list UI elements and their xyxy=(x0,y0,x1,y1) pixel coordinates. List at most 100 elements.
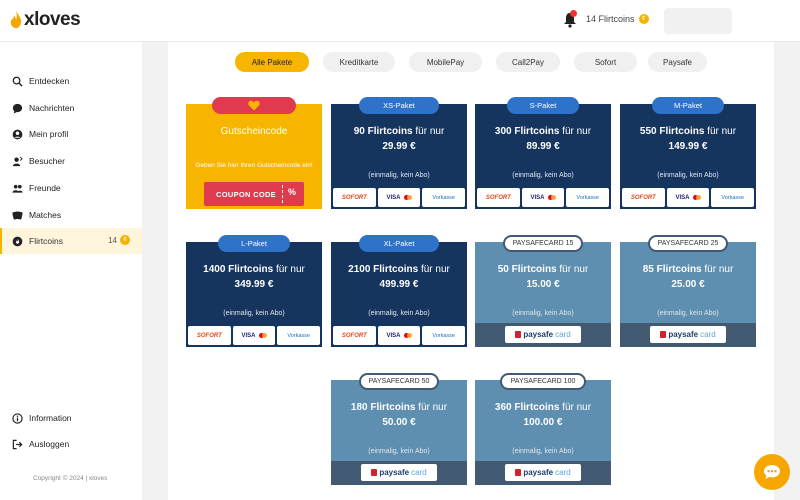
sidebar-item-matches[interactable]: Matches xyxy=(0,202,142,228)
tab-kreditkarte[interactable]: Kreditkarte xyxy=(323,52,395,72)
vorkasse-logo: Vorkasse xyxy=(422,326,466,345)
package-card-l[interactable]: L-Paket 1400 Flirtcoins für nur 349.99 € … xyxy=(186,235,322,347)
info-icon xyxy=(12,412,23,424)
sidebar-item-ausloggen[interactable]: Ausloggen xyxy=(0,431,142,457)
paysafe-tag: PAYSAFECARD 50 xyxy=(359,373,439,390)
package-price: 349.99 € xyxy=(234,279,274,290)
card-logo-text: card xyxy=(411,468,427,477)
paysafe-logo-text: paysafe xyxy=(523,468,554,477)
visa-mastercard-logo: VISA xyxy=(666,188,710,207)
package-tag: L-Paket xyxy=(218,235,290,252)
paysafe-card-50[interactable]: PAYSAFECARD 50 180 Flirtcoins für nur 50.… xyxy=(331,373,467,485)
visa-label: VISA xyxy=(386,332,401,339)
payment-methods: SOFORT VISA Vorkasse xyxy=(622,188,755,207)
visa-mastercard-logo: VISA xyxy=(232,326,276,345)
sidebar-item-flirtcoins[interactable]: Flirtcoins 14 ¢ xyxy=(0,228,142,254)
package-coins: 2100 Flirtcoins xyxy=(348,264,419,275)
card-logo-text: card xyxy=(555,330,571,339)
heart-icon xyxy=(248,100,260,111)
paysafecard-logo: paysafe card xyxy=(650,326,726,343)
package-card-xs[interactable]: XS-Paket 90 Flirtcoins für nur 29.99 € (e… xyxy=(331,97,467,209)
sidebar-item-mein-profil[interactable]: Mein profil xyxy=(0,121,142,147)
package-suffix: für nur xyxy=(562,402,592,413)
sofort-logo: SOFORT xyxy=(333,326,376,345)
package-coins: 85 Flirtcoins xyxy=(642,264,702,275)
payment-methods: SOFORT VISA Vorkasse xyxy=(477,188,610,207)
vorkasse-logo: Vorkasse xyxy=(566,188,610,207)
paysafe-logo-text: paysafe xyxy=(668,330,699,339)
package-suffix: für nur xyxy=(707,126,737,137)
package-note: (einmalig, kein Abo) xyxy=(512,310,574,317)
tab-sofort[interactable]: Sofort xyxy=(574,52,637,72)
sidebar-item-entdecken[interactable]: Entdecken xyxy=(0,68,142,94)
mastercard-icon xyxy=(403,195,412,200)
sidebar-item-besucher[interactable]: Besucher xyxy=(0,148,142,174)
package-title: 550 Flirtcoins für nur 149.99 € xyxy=(620,124,756,154)
tab-mobilepay[interactable]: MobilePay xyxy=(409,52,482,72)
package-title: 90 Flirtcoins für nur 29.99 € xyxy=(331,124,467,154)
package-note: (einmalig, kein Abo) xyxy=(657,310,719,317)
package-price: 25.00 € xyxy=(671,279,705,290)
user-avatar[interactable] xyxy=(664,8,732,34)
package-body: 300 Flirtcoins für nur 89.99 € (einmalig,… xyxy=(475,104,611,209)
package-card-m[interactable]: M-Paket 550 Flirtcoins für nur 149.99 € (… xyxy=(620,97,756,209)
vorkasse-label: Vorkasse xyxy=(432,332,455,339)
tab-alle-pakete[interactable]: Alle Pakete xyxy=(235,52,309,72)
package-price: 149.99 € xyxy=(668,141,708,152)
payment-tabs: Alle Pakete Kreditkarte MobilePay Call2P… xyxy=(168,52,774,72)
package-card-xl[interactable]: XL-Paket 2100 Flirtcoins für nur 499.99 €… xyxy=(331,235,467,347)
main-content: Alle Pakete Kreditkarte MobilePay Call2P… xyxy=(168,42,774,500)
lock-icon xyxy=(660,331,667,338)
visa-label: VISA xyxy=(530,194,545,201)
vorkasse-label: Vorkasse xyxy=(432,194,455,201)
package-coins: 360 Flirtcoins xyxy=(494,402,560,413)
paysafe-card-25[interactable]: PAYSAFECARD 25 85 Flirtcoins für nur 25.0… xyxy=(620,235,756,347)
lock-icon xyxy=(515,469,522,476)
package-suffix: für nur xyxy=(415,126,445,137)
visa-label: VISA xyxy=(675,194,690,201)
brand-logo[interactable]: xloves xyxy=(10,9,81,31)
paysafe-card-15[interactable]: PAYSAFECARD 15 50 Flirtcoins für nur 15.0… xyxy=(475,235,611,347)
package-title: 50 Flirtcoins für nur 15.00 € xyxy=(475,262,611,292)
package-suffix: für nur xyxy=(559,264,589,275)
coupon-code-label: COUPON CODE xyxy=(216,189,276,199)
paysafe-card-100[interactable]: PAYSAFECARD 100 360 Flirtcoins für nur 10… xyxy=(475,373,611,485)
package-price: 50.00 € xyxy=(382,417,416,428)
paysafe-footer: paysafe card xyxy=(620,323,756,347)
coupon-code-button[interactable]: COUPON CODE % xyxy=(204,182,304,206)
tab-call2pay[interactable]: Call2Pay xyxy=(496,52,560,72)
tab-paysafe[interactable]: Paysafe xyxy=(648,52,707,72)
paysafe-footer: paysafe card xyxy=(475,461,611,485)
sidebar-item-label: Flirtcoins xyxy=(29,236,64,246)
package-note: (einmalig, kein Abo) xyxy=(368,172,430,179)
card-logo-text: card xyxy=(555,468,571,477)
visa-mastercard-logo: VISA xyxy=(377,326,421,345)
visa-mastercard-logo: VISA xyxy=(377,188,421,207)
package-body: 2100 Flirtcoins für nur 499.99 € (einmali… xyxy=(331,242,467,347)
paysafe-logo-text: paysafe xyxy=(523,330,554,339)
package-price: 15.00 € xyxy=(526,279,560,290)
paysafe-tag: PAYSAFECARD 15 xyxy=(503,235,583,252)
package-note: (einmalig, kein Abo) xyxy=(657,172,719,179)
sidebar-item-nachrichten[interactable]: Nachrichten xyxy=(0,95,142,121)
header-coins[interactable]: 14 Flirtcoins ¢ xyxy=(586,14,649,24)
package-title: 1400 Flirtcoins für nur 349.99 € xyxy=(186,262,322,292)
package-note: (einmalig, kein Abo) xyxy=(223,310,285,317)
sidebar-item-label: Matches xyxy=(29,210,62,220)
sidebar-item-information[interactable]: Information xyxy=(0,405,142,431)
package-tag: M-Paket xyxy=(652,97,724,114)
sofort-logo: SOFORT xyxy=(333,188,376,207)
package-note: (einmalig, kein Abo) xyxy=(368,448,430,455)
live-chat-button[interactable] xyxy=(754,454,790,490)
vorkasse-logo: Vorkasse xyxy=(422,188,466,207)
package-suffix: für nur xyxy=(704,264,734,275)
mastercard-icon xyxy=(258,333,267,338)
logout-icon xyxy=(12,439,23,449)
paysafe-tag: PAYSAFECARD 100 xyxy=(500,373,586,390)
sidebar: Entdecken Nachrichten Mein profil Besuch… xyxy=(0,42,142,500)
mastercard-icon xyxy=(547,195,556,200)
package-card-s[interactable]: S-Paket 300 Flirtcoins für nur 89.99 € (e… xyxy=(475,97,611,209)
card-logo-text: card xyxy=(700,330,716,339)
vorkasse-label: Vorkasse xyxy=(576,194,599,201)
sidebar-item-freunde[interactable]: Freunde xyxy=(0,175,142,201)
